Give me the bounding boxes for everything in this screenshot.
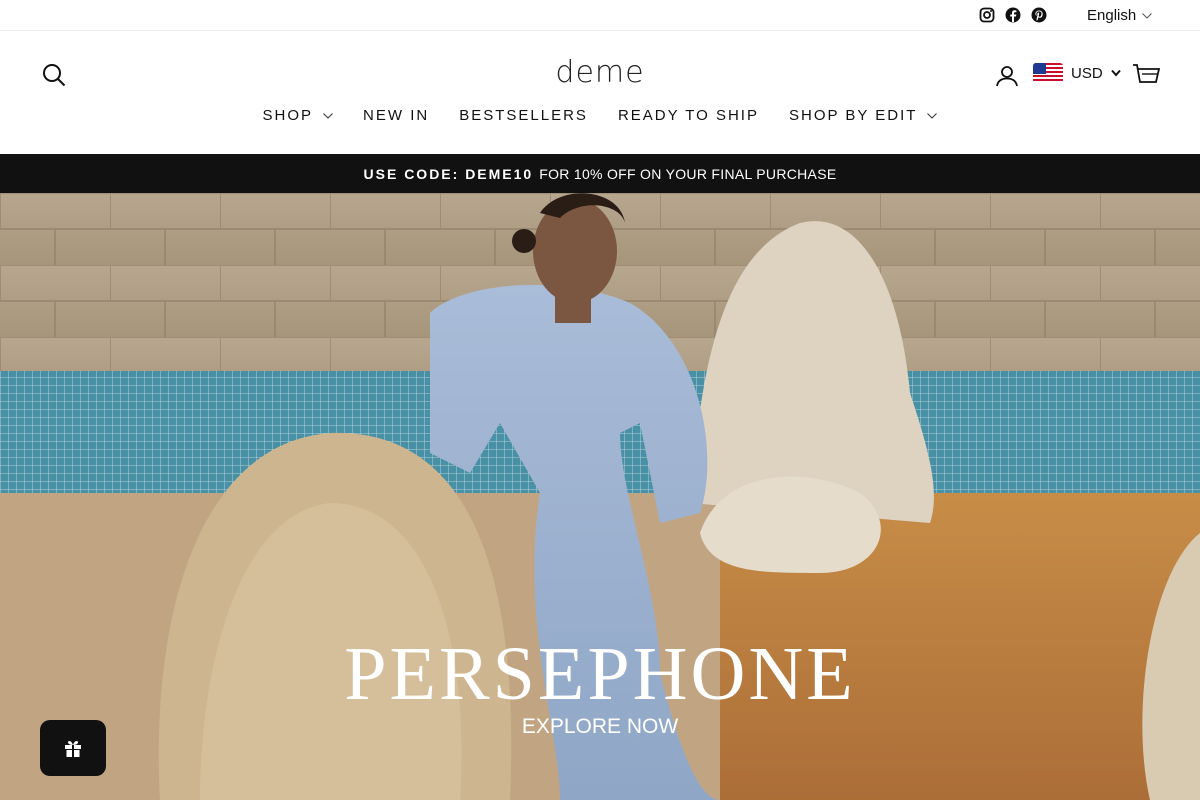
cart-button[interactable] xyxy=(1132,61,1161,89)
nav-item-bestsellers[interactable]: BESTSELLERS xyxy=(459,107,588,124)
facebook-icon[interactable] xyxy=(1004,6,1022,24)
social-links xyxy=(978,6,1048,24)
nav-label: SHOP xyxy=(262,107,314,124)
site-header: deme USD SHOP NEW IN BESTSELLERS READY T… xyxy=(0,31,1200,154)
main-navigation: SHOP NEW IN BESTSELLERS READY TO SHIP SH… xyxy=(0,107,1200,124)
hero-title: PERSEPHONE xyxy=(344,632,856,716)
cart-icon xyxy=(1133,64,1161,83)
nav-item-new-in[interactable]: NEW IN xyxy=(363,107,429,124)
gift-icon xyxy=(65,740,81,757)
nav-item-shop-by-edit[interactable]: SHOP BY EDIT xyxy=(788,107,938,124)
chevron-down-icon xyxy=(1142,12,1153,19)
pinterest-icon[interactable] xyxy=(1030,6,1048,24)
chevron-down-icon xyxy=(927,112,938,119)
search-button[interactable] xyxy=(42,63,66,87)
announcement-bar: USE CODE: DEME10 FOR 10% OFF ON YOUR FIN… xyxy=(0,154,1200,193)
nav-label: SHOP BY EDIT xyxy=(788,107,918,124)
language-selector[interactable]: English xyxy=(1087,7,1153,24)
caret-down-icon xyxy=(1110,69,1121,77)
currency-selector[interactable]: USD xyxy=(1033,63,1121,83)
language-label: English xyxy=(1087,7,1137,24)
nav-item-ready-to-ship[interactable]: READY TO SHIP xyxy=(618,107,759,124)
promo-text: FOR 10% OFF ON YOUR FINAL PURCHASE xyxy=(539,165,837,182)
nav-label: BESTSELLERS xyxy=(459,107,588,124)
chevron-down-icon xyxy=(323,112,333,119)
site-logo[interactable]: deme xyxy=(500,55,700,90)
hero-banner[interactable]: PERSEPHONE EXPLORE NOW xyxy=(0,193,1200,800)
account-button[interactable] xyxy=(995,64,1019,88)
search-icon xyxy=(43,64,66,87)
instagram-icon[interactable] xyxy=(978,6,996,24)
promo-code: USE CODE: DEME10 xyxy=(363,165,534,182)
currency-label: USD xyxy=(1071,64,1103,82)
user-icon xyxy=(996,66,1018,87)
rewards-button[interactable] xyxy=(40,720,106,776)
nav-item-shop[interactable]: SHOP xyxy=(263,107,334,124)
explore-now-link[interactable]: EXPLORE NOW xyxy=(0,715,1200,739)
nav-label: NEW IN xyxy=(363,107,430,124)
us-flag-icon xyxy=(1033,63,1063,83)
nav-label: READY TO SHIP xyxy=(617,107,759,124)
utility-bar: English xyxy=(0,0,1200,31)
